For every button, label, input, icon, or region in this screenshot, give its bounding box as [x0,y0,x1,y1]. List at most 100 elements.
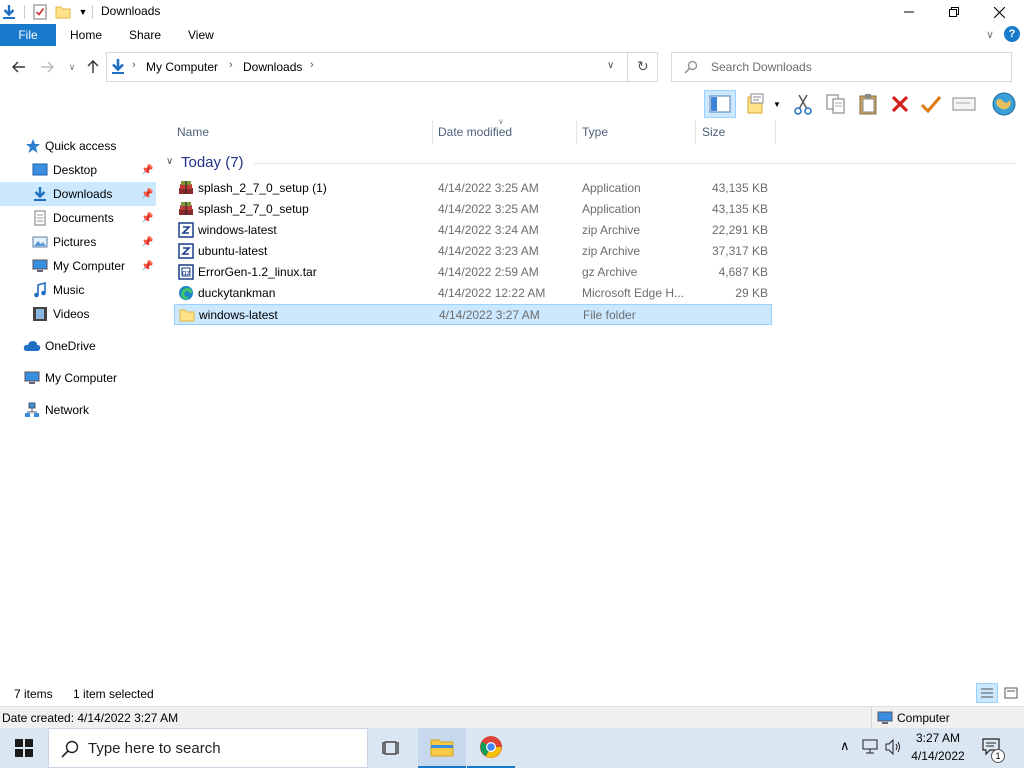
music-icon [32,281,48,298]
new-item-dropdown-icon[interactable]: ▼ [770,92,784,116]
selection-count: 1 item selected [73,687,154,701]
new-folder-quick-icon[interactable] [54,3,72,21]
new-item-icon[interactable] [744,92,768,116]
network-icon [24,402,40,418]
sidebar-item-network[interactable]: Network [0,398,156,422]
sidebar-item-desktop[interactable]: Desktop 📌 [0,158,156,182]
file-row[interactable]: ubuntu-latest 4/14/2022 3:23 AM zip Arch… [174,241,772,262]
column-divider[interactable] [775,120,776,144]
task-view-icon[interactable] [368,728,416,768]
command-toolbar: ▼ [0,88,1024,120]
file-name: splash_2_7_0_setup (1) [198,181,327,195]
search-placeholder: Search Downloads [711,60,812,74]
tab-view[interactable]: View [188,28,214,42]
help-icon[interactable]: ? [1004,26,1020,42]
tab-share[interactable]: Share [129,28,161,42]
cut-icon[interactable] [791,92,815,116]
file-row[interactable]: duckytankman 4/14/2022 12:22 AM Microsof… [174,283,772,304]
column-divider[interactable] [576,120,577,144]
column-divider[interactable] [695,120,696,144]
tab-home[interactable]: Home [70,28,102,42]
nav-label: OneDrive [45,339,96,353]
file-row[interactable]: windows-latest 4/14/2022 3:24 AM zip Arc… [174,220,772,241]
refresh-icon[interactable]: ↻ [637,58,649,75]
column-header-type[interactable]: Type [582,125,608,139]
column-header-name[interactable]: Name [177,125,209,139]
window-title: Downloads [101,4,161,18]
sidebar-item-videos[interactable]: Videos [0,302,156,326]
customize-quick-access-icon[interactable]: ▼ [74,3,92,21]
sidebar-item-pictures[interactable]: Pictures 📌 [0,230,156,254]
file-row[interactable]: gz ErrorGen-1.2_linux.tar 4/14/2022 2:59… [174,262,772,283]
globe-icon[interactable] [990,90,1018,118]
item-count: 7 items [14,687,53,701]
properties-icon[interactable] [952,92,976,116]
sidebar-item-this-computer[interactable]: My Computer [0,366,156,390]
start-button[interactable] [0,728,48,768]
copy-icon[interactable] [824,92,848,116]
breadcrumb-downloads[interactable]: Downloads [243,60,302,74]
up-button[interactable] [84,58,102,76]
sidebar-item-music[interactable]: Music [0,278,156,302]
file-explorer-taskbar-icon[interactable] [418,728,466,768]
back-button[interactable] [10,58,28,76]
volume-icon[interactable] [885,738,903,758]
sidebar-item-onedrive[interactable]: OneDrive [0,334,156,358]
expand-ribbon-icon[interactable]: ∨ [986,28,994,41]
sidebar-item-documents[interactable]: Documents 📌 [0,206,156,230]
delete-icon[interactable] [888,92,912,116]
details-view-button[interactable] [976,683,998,703]
file-row[interactable]: splash_2_7_0_setup 4/14/2022 3:25 AM App… [174,199,772,220]
file-type: Application [582,202,641,216]
downloads-quick-icon[interactable] [0,3,18,21]
recent-locations-icon[interactable]: ∨ [63,58,81,76]
rename-check-icon[interactable] [919,92,943,116]
properties-quick-icon[interactable] [31,3,49,21]
column-divider[interactable] [432,120,433,144]
file-size: 43,135 KB [711,202,768,216]
address-bar[interactable]: › My Computer › Downloads › ∨ ↻ [106,52,658,82]
pin-icon: 📌 [141,212,154,224]
chrome-taskbar-icon[interactable] [467,728,515,768]
title-bar: ▼ Downloads [0,0,1024,24]
file-size: 4,687 KB [718,265,768,279]
pin-icon: 📌 [141,164,154,176]
preview-pane-button[interactable] [704,90,736,118]
breadcrumb-separator-icon[interactable]: › [132,59,136,71]
forward-button[interactable] [38,58,56,76]
search-box[interactable]: Search Downloads [671,52,1012,82]
nav-label: Network [45,403,90,417]
pictures-icon [32,234,48,250]
minimize-button[interactable] [886,0,932,24]
file-type: File folder [583,308,636,322]
breadcrumb-my-computer[interactable]: My Computer [146,60,218,74]
file-type: gz Archive [582,265,638,279]
breadcrumb-separator-icon[interactable]: › [310,59,314,71]
large-icons-view-button[interactable] [1001,683,1021,703]
breadcrumb-separator-icon[interactable]: › [229,59,233,71]
taskbar-search-placeholder: Type here to search [88,740,221,757]
file-name: ErrorGen-1.2_linux.tar [198,265,317,279]
address-history-dropdown-icon[interactable]: ∨ [607,60,614,71]
column-header-date-modified[interactable]: Date modified [438,125,512,139]
network-status-icon[interactable] [862,739,880,758]
close-button[interactable] [976,0,1022,24]
sidebar-item-downloads[interactable]: Downloads 📌 [0,182,156,206]
maximize-button[interactable] [931,0,977,24]
file-date: 4/14/2022 3:25 AM [438,202,539,216]
file-row[interactable]: splash_2_7_0_setup (1) 4/14/2022 3:25 AM… [174,178,772,199]
tab-file[interactable]: File [0,24,56,46]
file-date: 4/14/2022 2:59 AM [438,265,539,279]
show-hidden-icons-chevron-icon[interactable]: ∧ [840,738,850,754]
group-header-today[interactable]: Today (7) [181,154,244,171]
paste-icon[interactable] [856,92,880,116]
collapse-group-icon[interactable]: ∨ [166,156,173,167]
sidebar-item-my-computer[interactable]: My Computer 📌 [0,254,156,278]
taskbar-search-box[interactable]: Type here to search [48,728,368,768]
nav-quick-access[interactable]: Quick access [0,134,156,158]
file-row-selected[interactable]: windows-latest 4/14/2022 3:27 AM File fo… [174,304,772,325]
clock-time[interactable]: 3:27 AM [912,731,964,745]
installer-icon [178,180,194,196]
column-header-size[interactable]: Size [702,125,725,139]
clock-date[interactable]: 4/14/2022 [908,749,968,763]
